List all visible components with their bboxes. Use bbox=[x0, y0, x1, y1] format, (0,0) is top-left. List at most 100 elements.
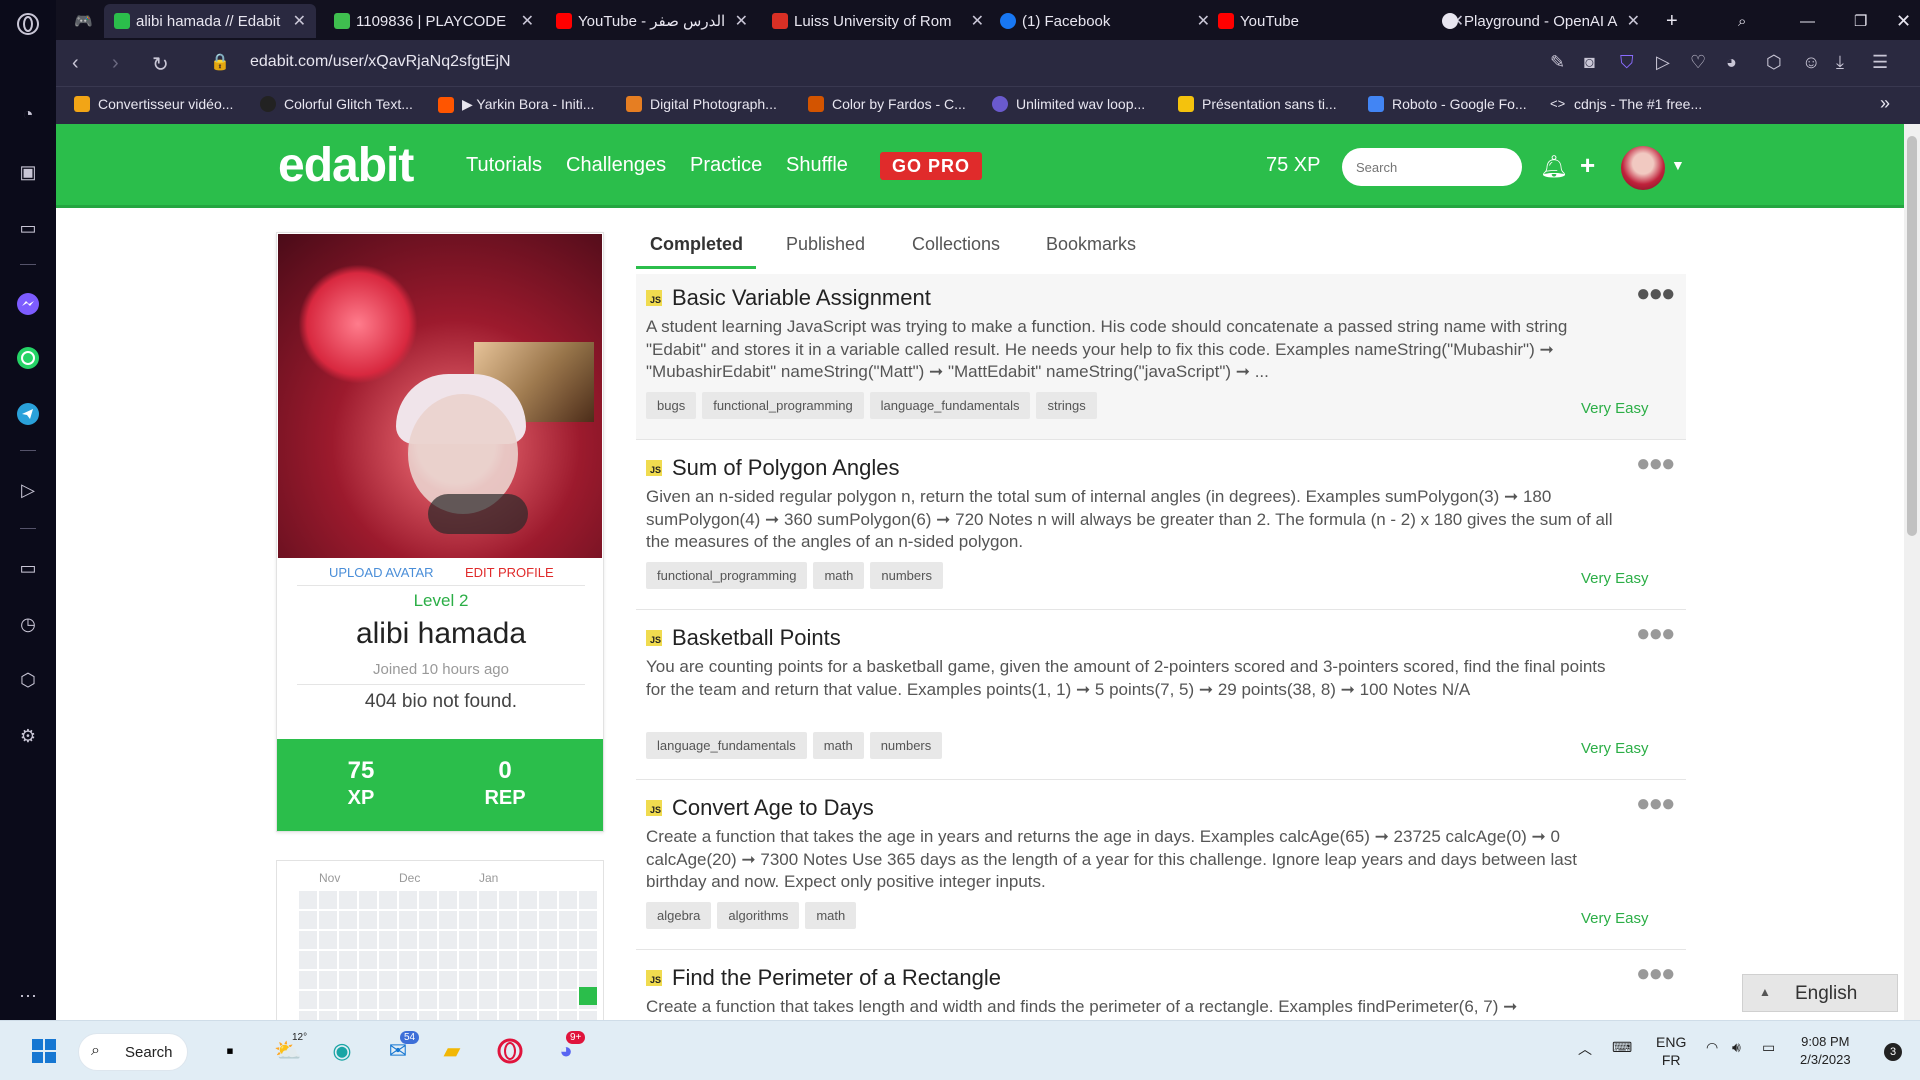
nav-practice[interactable]: Practice bbox=[690, 154, 762, 177]
more-options-icon[interactable]: ●●● bbox=[1636, 790, 1675, 818]
close-icon[interactable]: ✕ bbox=[293, 11, 306, 31]
heatmap-active-cell[interactable] bbox=[579, 987, 597, 1005]
nav-tutorials[interactable]: Tutorials bbox=[466, 154, 542, 177]
restore-icon[interactable]: ❐ bbox=[1844, 4, 1878, 38]
edge-icon[interactable]: ◉ bbox=[326, 1035, 358, 1067]
speed-dial-icon[interactable]: ◔ bbox=[14, 100, 42, 128]
task-view-icon[interactable]: ▪ bbox=[214, 1035, 246, 1067]
nav-challenges[interactable]: Challenges bbox=[566, 154, 666, 177]
tab-youtube-lesson[interactable]: YouTube - الدرس صفر ✕ bbox=[546, 4, 758, 38]
tab-completed[interactable]: Completed bbox=[650, 234, 743, 255]
nav-shuffle[interactable]: Shuffle bbox=[786, 154, 848, 177]
edit-profile-link[interactable]: EDIT PROFILE bbox=[465, 565, 554, 580]
tag[interactable]: strings bbox=[1036, 392, 1097, 419]
bookmarks-overflow-icon[interactable]: » bbox=[1880, 93, 1890, 114]
close-icon[interactable]: ✕ bbox=[971, 11, 984, 31]
forward-icon[interactable]: › bbox=[112, 52, 119, 75]
close-icon[interactable]: ✕ bbox=[735, 11, 748, 31]
keyboard-icon[interactable]: ⌨ bbox=[1612, 1039, 1632, 1056]
tab-facebook[interactable]: (1) Facebook ✕ bbox=[990, 4, 1220, 38]
new-tab-plus-icon[interactable]: + bbox=[1656, 4, 1690, 38]
tag[interactable]: language_fundamentals bbox=[869, 392, 1031, 419]
shopping-bag-icon[interactable]: ▣ bbox=[14, 158, 42, 186]
chevron-down-icon[interactable]: ▼ bbox=[1671, 157, 1685, 173]
bookmark-item[interactable]: Color by Fardos - C... bbox=[808, 96, 966, 112]
tab-gmail-luiss[interactable]: Luiss University of Rom ✕ bbox=[762, 4, 994, 38]
tag[interactable]: math bbox=[812, 732, 864, 759]
bookmark-item[interactable]: Roboto - Google Fo... bbox=[1368, 96, 1527, 112]
send-icon[interactable]: ▷ bbox=[1656, 52, 1670, 73]
minimize-icon[interactable]: — bbox=[1790, 4, 1824, 38]
reload-icon[interactable]: ↻ bbox=[152, 52, 169, 77]
edit-icon[interactable]: ✎ bbox=[1550, 52, 1565, 73]
windows-start-icon[interactable] bbox=[28, 1035, 60, 1067]
tag[interactable]: math bbox=[813, 562, 865, 589]
bookmark-item[interactable]: ▶ Yarkin Bora - Initi... bbox=[438, 96, 594, 113]
upload-avatar-link[interactable]: UPLOAD AVATAR bbox=[329, 565, 434, 580]
heart-icon[interactable]: ♡ bbox=[1690, 52, 1706, 73]
challenge-title[interactable]: Basic Variable Assignment bbox=[672, 285, 931, 311]
bookmark-item[interactable]: <> cdnjs - The #1 free... bbox=[1550, 96, 1702, 112]
taskbar-search[interactable]: ⌕ Search bbox=[78, 1033, 188, 1071]
battery-icon[interactable]: ▭ bbox=[1762, 1039, 1775, 1056]
close-icon[interactable]: ✕ bbox=[1627, 11, 1640, 31]
extension-avatar-icon[interactable]: ◕ bbox=[1726, 52, 1737, 73]
more-options-icon[interactable]: ●●● bbox=[1636, 620, 1675, 648]
opera-logo-icon[interactable] bbox=[14, 10, 42, 38]
url-field[interactable]: edabit.com/user/xQavRjaNq2sfgtEjN bbox=[250, 53, 511, 71]
opera-taskbar-icon[interactable] bbox=[494, 1035, 526, 1067]
challenge-title[interactable]: Convert Age to Days bbox=[672, 795, 874, 821]
search-input[interactable] bbox=[1342, 148, 1522, 186]
cube-icon[interactable]: ⬡ bbox=[1766, 52, 1782, 73]
messenger-icon[interactable] bbox=[14, 290, 42, 318]
twitch-icon[interactable]: ▭ bbox=[14, 214, 42, 242]
tab-published[interactable]: Published bbox=[786, 234, 865, 255]
challenge-card[interactable]: JS Find the Perimeter of a Rectangle Cre… bbox=[636, 954, 1686, 1020]
extensions-cube-icon[interactable]: ⬡ bbox=[14, 666, 42, 694]
bookmark-item[interactable]: Colorful Glitch Text... bbox=[260, 96, 413, 112]
more-options-icon[interactable]: ●●● bbox=[1636, 960, 1675, 988]
more-options-icon[interactable]: ●●● bbox=[1636, 450, 1675, 478]
tag[interactable]: algebra bbox=[646, 902, 712, 929]
telegram-icon[interactable] bbox=[14, 400, 42, 428]
tag[interactable]: math bbox=[805, 902, 857, 929]
tab-playcode[interactable]: 1109836 | PLAYCODE ✕ bbox=[324, 4, 544, 38]
close-icon[interactable]: ✕ bbox=[521, 11, 534, 31]
tab-openai-playground[interactable]: Playground - OpenAI A ✕ bbox=[1432, 4, 1650, 38]
challenge-title[interactable]: Basketball Points bbox=[672, 625, 841, 651]
tag[interactable]: numbers bbox=[870, 562, 943, 589]
plus-icon[interactable]: + bbox=[1580, 150, 1595, 181]
volume-icon[interactable]: 🔊︎ bbox=[1732, 1039, 1741, 1056]
tag[interactable]: functional_programming bbox=[646, 562, 808, 589]
more-dots-icon[interactable]: ⋯ bbox=[14, 982, 42, 1010]
challenge-card[interactable]: JS Convert Age to Days Create a function… bbox=[636, 784, 1686, 950]
tab-collections[interactable]: Collections bbox=[912, 234, 1000, 255]
avatar[interactable] bbox=[1621, 146, 1665, 190]
challenge-card[interactable]: JS Sum of Polygon Angles Given an n-side… bbox=[636, 444, 1686, 610]
back-icon[interactable]: ‹ bbox=[72, 52, 79, 75]
tab-edabit[interactable]: alibi hamada // Edabit ✕ bbox=[104, 4, 316, 38]
bookmark-item[interactable]: Unlimited wav loop... bbox=[992, 96, 1145, 112]
more-options-icon[interactable]: ●●● bbox=[1636, 280, 1675, 308]
input-language[interactable]: ENG FR bbox=[1656, 1033, 1686, 1069]
settings-gear-icon[interactable]: ⚙ bbox=[14, 722, 42, 750]
window-close-icon[interactable]: ✕ bbox=[1886, 4, 1920, 38]
tag[interactable]: algorithms bbox=[717, 902, 800, 929]
challenge-title[interactable]: Sum of Polygon Angles bbox=[672, 455, 899, 481]
easy-setup-icon[interactable]: ☰ bbox=[1872, 52, 1888, 73]
history-icon[interactable]: ◷ bbox=[14, 610, 42, 638]
page-scrollbar[interactable] bbox=[1904, 124, 1920, 1020]
player-icon[interactable]: ▷ bbox=[14, 476, 42, 504]
notification-badge[interactable]: 3 bbox=[1884, 1043, 1902, 1061]
language-selector[interactable]: ▲ English bbox=[1742, 974, 1898, 1012]
tabs-icon[interactable]: ▭ bbox=[14, 554, 42, 582]
tab-bookmarks[interactable]: Bookmarks bbox=[1046, 234, 1136, 255]
search-tabs-icon[interactable]: ⌕ bbox=[1728, 4, 1762, 38]
lock-icon[interactable]: 🔒 bbox=[210, 52, 230, 72]
tag[interactable]: language_fundamentals bbox=[646, 732, 807, 759]
challenge-card[interactable]: JS Basic Variable Assignment A student l… bbox=[636, 274, 1686, 440]
camera-icon[interactable]: ◙ bbox=[1584, 52, 1595, 73]
scrollbar-thumb[interactable] bbox=[1907, 136, 1917, 536]
tag[interactable]: numbers bbox=[869, 732, 943, 759]
download-icon[interactable]: ⤓ bbox=[1836, 52, 1844, 73]
